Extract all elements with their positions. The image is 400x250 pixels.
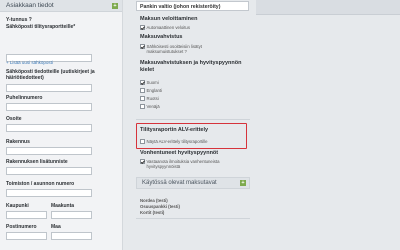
city-field: Kaupunki — [6, 203, 47, 219]
show-vat-label: Näytä ALV-erittely tilitysraportille — [146, 139, 208, 144]
ytunnus-field: Y-tunnus ? — [0, 17, 38, 23]
postal-label: Postinumero — [6, 224, 37, 230]
payment-methods-title: Käytössä olevat maksutavat — [142, 180, 217, 186]
info-email-input[interactable] — [6, 84, 92, 92]
side-panel-header — [256, 0, 400, 15]
add-email-link[interactable]: + Lisää uusi sähköposti — [6, 60, 53, 65]
city-county-row: Kaupunki Maakunta — [0, 203, 98, 219]
language-checkbox-venaja[interactable] — [140, 104, 145, 109]
payment-collection-title: Maksun veloittaminen — [140, 16, 198, 22]
language-checkbox-suomi[interactable] — [140, 80, 145, 85]
auto-collect-option[interactable]: Automaattinen veloitus — [140, 25, 190, 30]
auto-collect-checkbox[interactable] — [140, 25, 145, 30]
customer-info-title: Asiakkaan tiedot — [6, 2, 54, 9]
section-divider — [136, 119, 250, 120]
address-field: Osoite — [0, 116, 98, 132]
expand-icon[interactable]: + — [240, 180, 246, 186]
phone-input[interactable] — [6, 103, 92, 111]
language-checkbox-ruotsi[interactable] — [140, 96, 145, 101]
postal-country-row: Postinumero Maa — [0, 224, 98, 240]
info-email-label: Sähköposti tiedotteille (uutiskirjeet ja… — [6, 69, 95, 81]
section-divider — [136, 218, 250, 219]
refund-label: Vastaanota ilmoituksia vanhentuneista hy… — [146, 159, 220, 169]
language-checkbox-englanti[interactable] — [140, 88, 145, 93]
email-field: Sähköposti tilitysraportteille* — [0, 24, 98, 62]
side-panel — [256, 0, 400, 250]
language-title: Maksuvahvistuksen ja hyvityspyynnön kiel… — [140, 60, 242, 73]
building-input[interactable] — [6, 147, 92, 155]
office-label: Toimiston / asunnon numero — [6, 181, 75, 187]
refund-option[interactable]: Vastaanota ilmoituksia vanhentuneista hy… — [140, 159, 246, 169]
language-label-englanti: Englanti — [146, 88, 163, 93]
info-email-field: Sähköposti tiedotteille (uutiskirjeet ja… — [0, 69, 118, 92]
email-label: Sähköposti tilitysraportteille* — [6, 24, 76, 30]
building-field: Rakennus — [0, 139, 98, 155]
send-reminder-option[interactable]: Sähköisesti osoitteisiin lisätyt maksumu… — [140, 44, 232, 54]
payment-reminder-title: Maksuvahvistus — [140, 34, 183, 40]
refund-title: Vonhentuneet hyvityspyynnöt — [140, 150, 219, 156]
postal-input[interactable] — [6, 232, 47, 240]
ytunnus-label: Y-tunnus ? — [6, 17, 32, 23]
send-reminder-label: Sähköisesti osoitteisiin lisätyt maksumu… — [146, 44, 202, 54]
method-item: Kortit (testi) — [140, 210, 165, 215]
city-label: Kaupunki — [6, 203, 29, 209]
office-field: Toimiston / asunnon numero — [0, 181, 98, 197]
expand-icon[interactable]: + — [112, 2, 118, 9]
building-extra-field: Rakennuksen lisätunniste — [0, 159, 98, 175]
language-label-suomi: Suomi — [146, 80, 159, 85]
building-extra-label: Rakennuksen lisätunniste — [6, 159, 68, 165]
payment-methods-header: Käytössä olevat maksutavat + — [136, 177, 250, 189]
county-input[interactable] — [51, 211, 92, 219]
method-item: Nordea (testi) — [140, 198, 168, 203]
phone-field: Puhelinnumero — [0, 95, 98, 111]
vat-report-title: Tilitysraportin ALV-erittely — [140, 127, 209, 133]
country-input[interactable] — [51, 232, 92, 240]
customer-info-header: Asiakkaan tiedot + — [0, 0, 122, 12]
country-label: Maa — [51, 224, 61, 230]
language-label-ruotsi: Ruotsi — [146, 96, 159, 101]
language-option-suomi[interactable]: Suomi — [140, 80, 159, 85]
method-item: Osuuspankki (testi) — [140, 204, 180, 209]
phone-label: Puhelinnumero — [6, 95, 43, 101]
bank-country-input[interactable]: Pankin valtio (johon rekisteröity) — [136, 1, 249, 11]
county-field: Maakunta — [51, 203, 92, 219]
auto-collect-label: Automaattinen veloitus — [146, 25, 190, 30]
show-vat-checkbox[interactable] — [140, 139, 145, 144]
refund-checkbox[interactable] — [140, 159, 145, 164]
building-label: Rakennus — [6, 139, 30, 145]
language-option-venaja[interactable]: Venäjä — [140, 104, 160, 109]
postal-field: Postinumero — [6, 224, 47, 240]
settings-panel: Pankin valtio (johon rekisteröity) Maksu… — [128, 0, 253, 250]
country-field: Maa — [51, 224, 92, 240]
language-option-ruotsi[interactable]: Ruotsi — [140, 96, 159, 101]
language-label-venaja: Venäjä — [146, 104, 160, 109]
city-input[interactable] — [6, 211, 47, 219]
office-input[interactable] — [6, 189, 92, 197]
county-label: Maakunta — [51, 203, 75, 209]
building-extra-input[interactable] — [6, 167, 92, 175]
customer-info-panel: Asiakkaan tiedot + Y-tunnus ? Sähköposti… — [0, 0, 123, 250]
language-option-englanti[interactable]: Englanti — [140, 88, 162, 93]
send-reminder-checkbox[interactable] — [140, 44, 145, 49]
show-vat-option[interactable]: Näytä ALV-erittely tilitysraportille — [140, 139, 208, 144]
add-email: + Lisää uusi sähköposti — [0, 60, 59, 65]
address-input[interactable] — [6, 124, 92, 132]
address-label: Osoite — [6, 116, 22, 122]
